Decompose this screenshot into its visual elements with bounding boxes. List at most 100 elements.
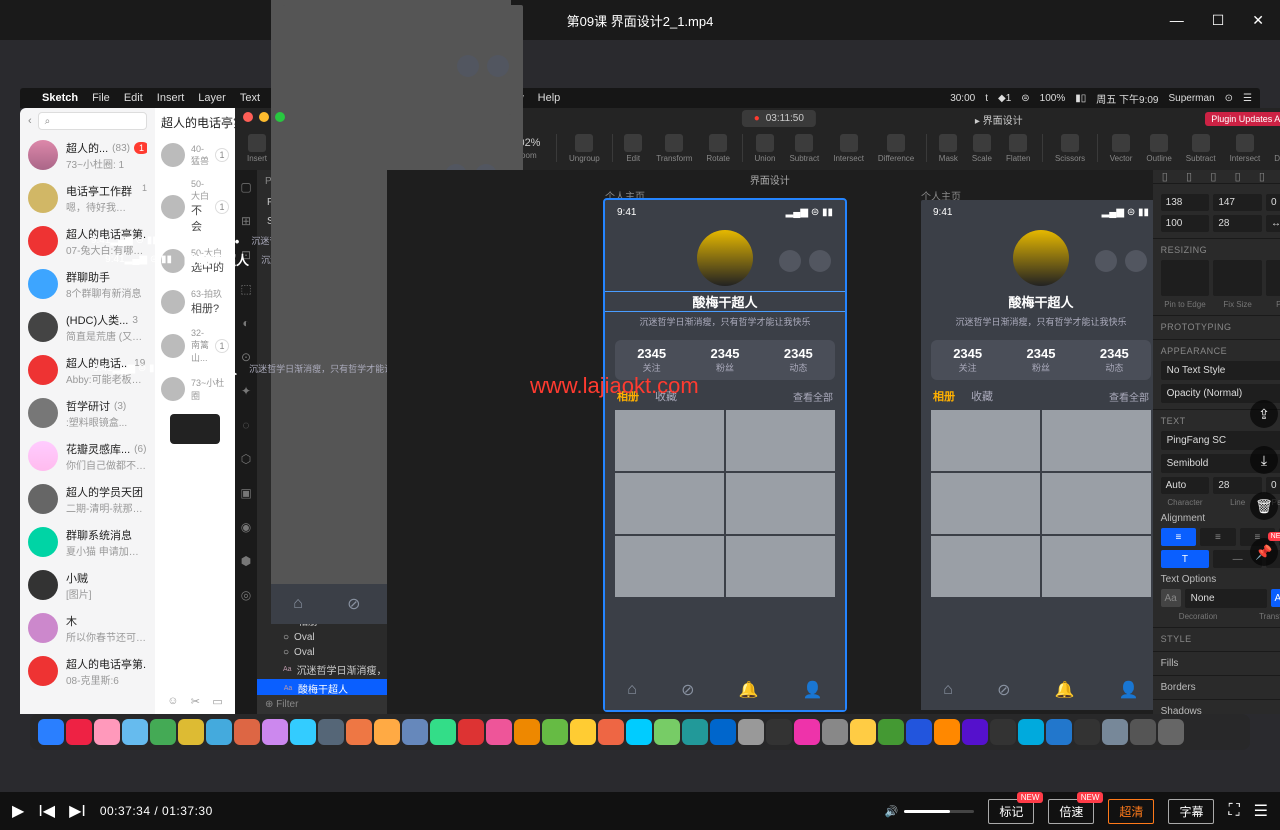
- dock-app-icon[interactable]: [1158, 719, 1184, 745]
- tool-scissors[interactable]: Scissors: [1049, 134, 1091, 163]
- tumblr-icon[interactable]: t: [985, 93, 988, 104]
- menu-icon[interactable]: ☰: [1243, 93, 1252, 104]
- side-icon[interactable]: ✦: [235, 374, 257, 408]
- notice-icon[interactable]: 🔔: [739, 680, 759, 700]
- profile-avatar[interactable]: [1013, 230, 1069, 286]
- tool-union[interactable]: Union: [749, 134, 782, 163]
- stat-item[interactable]: 2345粉丝: [688, 340, 761, 380]
- align-left-button[interactable]: ≡: [1161, 528, 1197, 546]
- menu-text[interactable]: Text: [240, 92, 260, 104]
- side-icon[interactable]: ◌: [235, 408, 257, 442]
- side-icon[interactable]: ◉: [235, 510, 257, 544]
- conversation-item[interactable]: 花瓣灵感库...(6) 你们自己做都不会...: [20, 435, 155, 478]
- conversation-item[interactable]: 电话亭工作群 嗯，待好我先理1: [20, 177, 155, 220]
- search-input[interactable]: ⌕: [38, 112, 147, 130]
- quality-button[interactable]: 超清: [1108, 799, 1154, 824]
- tab-album[interactable]: 相册: [933, 388, 955, 404]
- flip-h-icon[interactable]: ↔: [1266, 215, 1280, 232]
- pin-edge-box[interactable]: [1161, 260, 1210, 296]
- pos-y[interactable]: 147: [1213, 194, 1262, 211]
- inspector-section[interactable]: STYLE: [1153, 628, 1280, 652]
- volume-control[interactable]: 🔊: [885, 805, 975, 818]
- chat-message[interactable]: 63-拍玖相册?: [155, 281, 235, 322]
- tool-transform[interactable]: Transform: [650, 134, 698, 163]
- conversation-item[interactable]: 小贼 [图片]: [20, 564, 155, 607]
- tool-outline[interactable]: Outline: [1140, 134, 1177, 163]
- tool-subtract[interactable]: Subtract: [783, 134, 825, 163]
- photo-cell[interactable]: [1042, 410, 1151, 471]
- stat-item[interactable]: 2345关注: [931, 340, 1004, 380]
- dock-app-icon[interactable]: [1130, 719, 1156, 745]
- action-icon[interactable]: [809, 250, 831, 272]
- tool-intersect[interactable]: Intersect: [1224, 134, 1267, 163]
- mark-button[interactable]: 标记NEW: [988, 799, 1034, 824]
- menu-help[interactable]: Help: [538, 92, 561, 104]
- side-icon[interactable]: ⬢: [235, 544, 257, 578]
- artboard[interactable]: 9:41▂▄▆ ⊜ ▮▮ 酸梅干超人 沉迷哲学日渐消瘦，只有哲学才能让我快乐 2…: [921, 200, 1153, 710]
- profile-icon[interactable]: 👤: [803, 680, 823, 700]
- prev-button[interactable]: I◀: [38, 801, 55, 821]
- dock-app-icon[interactable]: [318, 719, 344, 745]
- dock-app-icon[interactable]: [150, 719, 176, 745]
- app-name[interactable]: Sketch: [42, 92, 78, 104]
- align-hc-icon[interactable]: ▯: [1177, 170, 1201, 183]
- dock-app-icon[interactable]: [990, 719, 1016, 745]
- photo-cell[interactable]: [931, 410, 1040, 471]
- plugin-update-banner[interactable]: Plugin Updates Available: [1205, 112, 1280, 126]
- tool-ungroup[interactable]: Ungroup: [563, 134, 606, 163]
- artboard-selected[interactable]: 9:41▂▄▆ ⊜ ▮▮ 酸梅干超人 沉迷哲学日渐消瘦，只有哲学才能让我快乐 2…: [605, 200, 845, 710]
- tool-rotate[interactable]: Rotate: [700, 134, 736, 163]
- dock-app-icon[interactable]: [374, 719, 400, 745]
- next-button[interactable]: ▶I: [69, 801, 86, 821]
- tool-intersect[interactable]: Intersect: [827, 134, 870, 163]
- home-icon[interactable]: ⌂: [627, 681, 637, 699]
- conversation-item[interactable]: 哲学研讨(3) :塑料眼镜盒...: [20, 392, 155, 435]
- dock-app-icon[interactable]: [878, 719, 904, 745]
- tool-vector[interactable]: Vector: [1104, 134, 1139, 163]
- close-button[interactable]: ✕: [1244, 8, 1272, 33]
- pin-icon[interactable]: 📌: [1250, 538, 1278, 566]
- dock-app-icon[interactable]: [486, 719, 512, 745]
- tool-insert[interactable]: Insert: [241, 134, 273, 163]
- tool-difference[interactable]: Difference: [1268, 134, 1280, 163]
- align-top-icon[interactable]: ▯: [1225, 170, 1249, 183]
- preview-box[interactable]: [1266, 260, 1280, 296]
- tool-edit[interactable]: Edit: [618, 134, 648, 163]
- subtitle-button[interactable]: 字幕: [1168, 799, 1214, 824]
- tab-favorite[interactable]: 收藏: [655, 388, 677, 404]
- align-bottom-icon[interactable]: ▯: [1274, 170, 1280, 183]
- stat-item[interactable]: 2345动态: [1078, 340, 1151, 380]
- photo-cell[interactable]: [615, 473, 724, 534]
- dock-app-icon[interactable]: [822, 719, 848, 745]
- chat-image-thumb[interactable]: [170, 414, 220, 444]
- side-icon[interactable]: ▣: [235, 476, 257, 510]
- align-right-icon[interactable]: ▯: [1201, 170, 1225, 183]
- dock-app-icon[interactable]: [738, 719, 764, 745]
- canvas[interactable]: 界面设计 个人主页 个人主页 9:41▂▄▆ ⊜ ▮▮ 酸梅干超人 沉迷哲学日渐…: [387, 170, 1153, 714]
- align-center-button[interactable]: ≡: [1200, 528, 1236, 546]
- playlist-button[interactable]: ☰: [1254, 801, 1268, 821]
- dock-app-icon[interactable]: [430, 719, 456, 745]
- tool-subtract[interactable]: Subtract: [1180, 134, 1222, 163]
- menu-file[interactable]: File: [92, 92, 110, 104]
- recording-indicator[interactable]: 03:11:50: [742, 110, 816, 127]
- photo-cell[interactable]: [615, 410, 724, 471]
- conversation-item[interactable]: 群聊系统消息 夏小猫 申请加入 超...: [20, 521, 155, 564]
- folder-icon[interactable]: ▭: [212, 695, 222, 708]
- dock-app-icon[interactable]: [1102, 719, 1128, 745]
- pos-x[interactable]: 138: [1161, 194, 1210, 211]
- dock-app-icon[interactable]: [962, 719, 988, 745]
- volume-icon[interactable]: 🔊: [885, 805, 899, 818]
- dock-app-icon[interactable]: [570, 719, 596, 745]
- speed-button[interactable]: 倍速NEW: [1048, 799, 1094, 824]
- dock-app-icon[interactable]: [122, 719, 148, 745]
- dock-app-icon[interactable]: [514, 719, 540, 745]
- transform-aa-button[interactable]: Aa: [1271, 589, 1280, 607]
- scissors-icon[interactable]: ✂: [191, 695, 200, 708]
- wifi-icon[interactable]: ⊜: [1021, 93, 1029, 104]
- tool-flatten[interactable]: Flatten: [1000, 134, 1036, 163]
- size-w[interactable]: 100: [1161, 215, 1210, 232]
- discover-icon[interactable]: ⊘: [681, 680, 694, 700]
- dock-app-icon[interactable]: [850, 719, 876, 745]
- photo-cell[interactable]: [1042, 473, 1151, 534]
